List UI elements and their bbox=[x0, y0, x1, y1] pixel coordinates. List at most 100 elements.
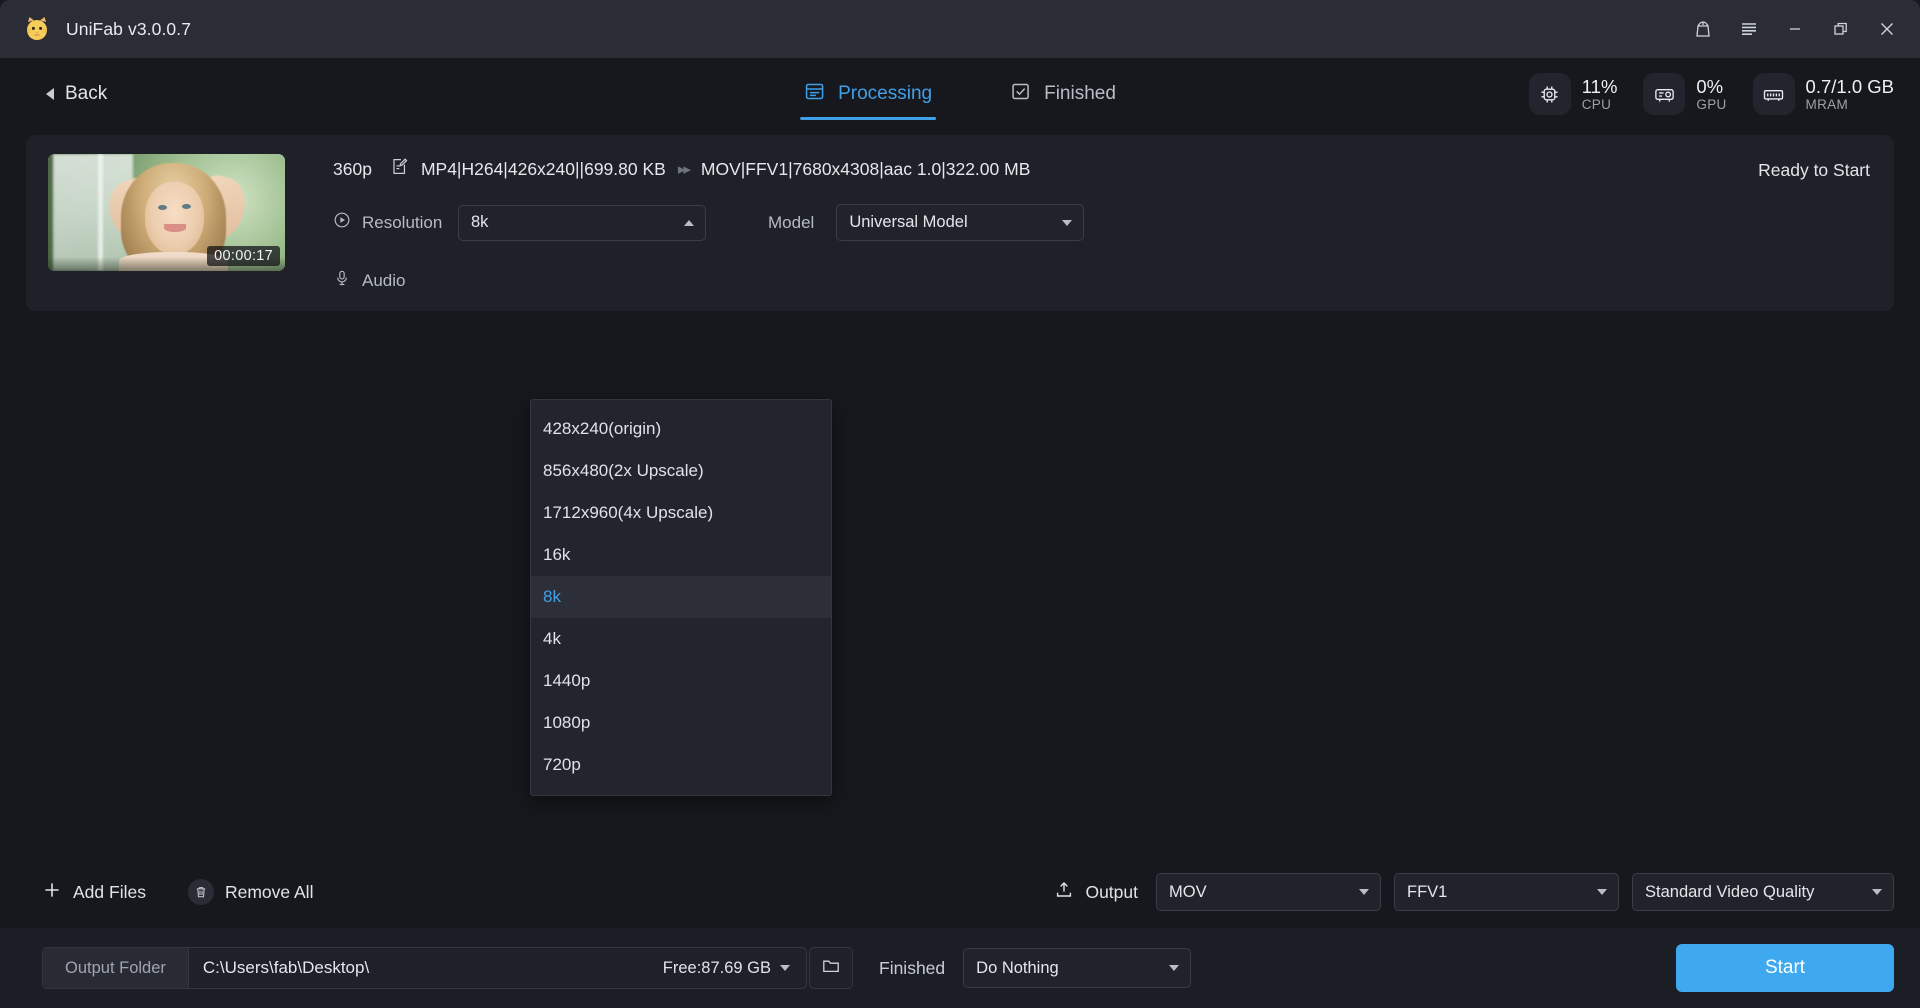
cat-logo-icon bbox=[22, 14, 52, 44]
resolution-select[interactable]: 8k bbox=[458, 204, 706, 241]
chevron-up-icon bbox=[684, 219, 694, 226]
remove-all-label: Remove All bbox=[224, 881, 314, 902]
system-stats: 11% CPU 0% GPU 0.7/1.0 GB MRAM bbox=[1528, 73, 1894, 115]
app-title: UniFab v3.0.0.7 bbox=[66, 18, 192, 39]
dropdown-option[interactable]: 1712x960(4x Upscale) bbox=[531, 492, 831, 534]
tab-bar: Processing Finished bbox=[800, 58, 1116, 130]
model-select[interactable]: Universal Model bbox=[836, 204, 1085, 241]
model-value: Universal Model bbox=[849, 213, 968, 231]
chevron-down-icon bbox=[1169, 965, 1180, 971]
audio-label: Audio bbox=[362, 270, 406, 290]
checkbox-icon bbox=[1010, 81, 1031, 108]
chevron-down-icon bbox=[1062, 219, 1073, 226]
dropdown-option[interactable]: 856x480(2x Upscale) bbox=[531, 450, 831, 492]
folder-icon bbox=[821, 956, 841, 981]
nav-bar: Back Processing Finished 11% CPU 0% GPU … bbox=[0, 58, 1920, 130]
output-codec-select[interactable]: FFV1 bbox=[1394, 873, 1619, 911]
thumbnail-duration: 00:00:17 bbox=[207, 246, 280, 266]
browse-folder-button[interactable] bbox=[809, 947, 853, 989]
plus-icon bbox=[42, 880, 62, 905]
chevron-left-icon bbox=[46, 88, 54, 100]
mram-value: 0.7/1.0 GB bbox=[1805, 75, 1894, 97]
video-thumbnail[interactable]: 00:00:17 bbox=[48, 154, 285, 271]
upload-icon bbox=[1054, 880, 1074, 905]
audio-row: Audio bbox=[333, 269, 1872, 292]
task-info: 360p MP4|H264|426x240||699.80 KB ▸▸ MOV|… bbox=[285, 154, 1872, 292]
gpu-value: 0% bbox=[1696, 75, 1724, 97]
audio-label-group: Audio bbox=[333, 269, 458, 292]
output-folder-field[interactable]: Output Folder C:\Users\fab\Desktop\ Free… bbox=[42, 947, 807, 989]
remove-all-button[interactable]: Remove All bbox=[187, 879, 314, 905]
play-circle-icon bbox=[333, 211, 351, 234]
tab-processing-label: Processing bbox=[838, 83, 933, 104]
close-icon[interactable] bbox=[1864, 9, 1910, 49]
finished-action-select[interactable]: Do Nothing bbox=[963, 948, 1192, 988]
microphone-icon bbox=[333, 269, 351, 292]
edit-file-icon[interactable] bbox=[390, 157, 409, 181]
stat-cpu: 11% CPU bbox=[1528, 73, 1618, 115]
trash-icon bbox=[187, 879, 214, 905]
chevron-down-icon bbox=[1597, 889, 1607, 895]
dropdown-option[interactable]: 1440p bbox=[531, 660, 831, 702]
dropdown-option-selected[interactable]: 8k bbox=[531, 576, 831, 618]
file-format-line: 360p MP4|H264|426x240||699.80 KB ▸▸ MOV|… bbox=[333, 157, 1872, 181]
list-panel-icon bbox=[804, 81, 825, 108]
task-status: Ready to Start bbox=[1758, 160, 1870, 180]
start-button[interactable]: Start bbox=[1676, 944, 1894, 992]
resolution-row: Resolution 8k Model Universal Model bbox=[333, 204, 1872, 241]
tab-processing[interactable]: Processing bbox=[800, 58, 937, 130]
tab-finished-label: Finished bbox=[1044, 83, 1116, 104]
output-settings-group: Output MOV FFV1 Standard Video Quality bbox=[1054, 873, 1894, 911]
cpu-value: 11% bbox=[1581, 75, 1618, 97]
free-space-selector[interactable]: Free:87.69 GB bbox=[663, 948, 806, 988]
output-quality-select[interactable]: Standard Video Quality bbox=[1632, 873, 1894, 911]
resolution-value: 8k bbox=[471, 213, 489, 231]
dropdown-option[interactable]: 1080p bbox=[531, 702, 831, 744]
resolution-dropdown[interactable]: 428x240(origin) 856x480(2x Upscale) 1712… bbox=[530, 399, 832, 796]
output-folder-bar: Output Folder C:\Users\fab\Desktop\ Free… bbox=[0, 928, 1920, 1008]
back-button[interactable]: Back bbox=[46, 83, 107, 105]
add-files-label: Add Files bbox=[73, 881, 146, 902]
output-label-group: Output bbox=[1054, 880, 1138, 905]
hamburger-menu-icon[interactable] bbox=[1726, 9, 1772, 49]
stat-mram: 0.7/1.0 GB MRAM bbox=[1752, 73, 1894, 115]
finished-action-value: Do Nothing bbox=[976, 958, 1059, 977]
chevron-down-icon bbox=[1872, 889, 1882, 895]
free-space-label: Free:87.69 GB bbox=[662, 958, 771, 977]
resolution-label: Resolution bbox=[362, 212, 443, 232]
mram-label: MRAM bbox=[1805, 96, 1848, 112]
title-bar: UniFab v3.0.0.7 bbox=[0, 0, 1920, 58]
dropdown-option[interactable]: 4k bbox=[531, 618, 831, 660]
gift-icon[interactable] bbox=[1680, 9, 1726, 49]
dropdown-option[interactable]: 720p bbox=[531, 744, 831, 786]
tab-finished[interactable]: Finished bbox=[1010, 58, 1116, 130]
output-codec-value: FFV1 bbox=[1407, 882, 1448, 901]
dropdown-option[interactable]: 16k bbox=[531, 534, 831, 576]
cpu-label: CPU bbox=[1581, 96, 1612, 112]
chevron-down-icon bbox=[780, 965, 790, 971]
back-label: Back bbox=[65, 83, 108, 104]
output-format-value: MOV bbox=[1169, 882, 1207, 901]
output-format-select[interactable]: MOV bbox=[1156, 873, 1381, 911]
stat-gpu: 0% GPU bbox=[1643, 73, 1726, 115]
minimize-icon[interactable] bbox=[1772, 9, 1818, 49]
model-label: Model bbox=[768, 212, 815, 232]
maximize-icon[interactable] bbox=[1818, 9, 1864, 49]
start-label: Start bbox=[1764, 957, 1806, 978]
main-content: 00:00:17 360p MP4|H264|426x240||699.80 K… bbox=[0, 130, 1920, 856]
chevron-down-icon bbox=[1359, 889, 1369, 895]
gpu-card-icon bbox=[1643, 73, 1686, 115]
task-card: 00:00:17 360p MP4|H264|426x240||699.80 K… bbox=[26, 135, 1894, 311]
dropdown-option[interactable]: 428x240(origin) bbox=[531, 408, 831, 450]
finished-action-label: Finished bbox=[879, 957, 946, 978]
double-chevron-right-icon: ▸▸ bbox=[677, 161, 691, 178]
gpu-label: GPU bbox=[1696, 96, 1727, 112]
output-label: Output bbox=[1085, 881, 1138, 902]
target-file-info: MOV|FFV1|7680x4308|aac 1.0|322.00 MB bbox=[700, 158, 1031, 179]
add-files-button[interactable]: Add Files bbox=[42, 880, 146, 905]
memory-ram-icon bbox=[1752, 73, 1795, 115]
resolution-label-group: Resolution bbox=[333, 211, 458, 234]
output-folder-path[interactable]: C:\Users\fab\Desktop\ bbox=[189, 948, 663, 988]
bottom-toolbar: Add Files Remove All Output MOV FFV1 Sta… bbox=[0, 856, 1920, 928]
source-file-info: MP4|H264|426x240||699.80 KB bbox=[420, 158, 666, 179]
